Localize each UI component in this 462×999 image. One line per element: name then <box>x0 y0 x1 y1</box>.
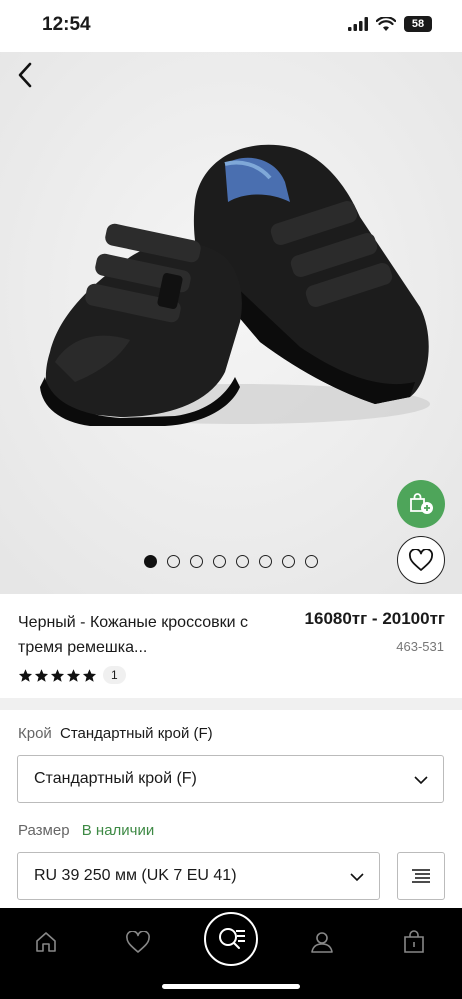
home-icon <box>36 932 56 952</box>
size-dropdown[interactable]: RU 39 250 мм (UK 7 EU 41) <box>17 852 380 900</box>
review-count: 1 <box>103 666 126 684</box>
star-icon <box>66 668 81 682</box>
rating-stars <box>18 668 97 683</box>
rating[interactable]: 1 <box>18 666 126 684</box>
star-icon <box>50 668 65 682</box>
fit-dropdown[interactable]: Стандартный крой (F) <box>17 755 444 803</box>
gallery-dot[interactable] <box>190 555 203 568</box>
gallery-dot[interactable] <box>236 555 249 568</box>
tab-home[interactable] <box>26 922 66 962</box>
heart-icon <box>126 930 150 953</box>
fit-value: Стандартный крой (F) <box>59 725 213 742</box>
fit-dropdown-value: Стандартный крой (F) <box>34 770 197 787</box>
add-to-bag-button[interactable] <box>397 480 445 528</box>
star-icon <box>34 668 49 682</box>
gallery-dot[interactable] <box>282 555 295 568</box>
heart-icon <box>409 548 433 571</box>
star-icon <box>18 668 33 682</box>
tab-bag[interactable] <box>394 922 434 962</box>
gallery-pagination <box>144 555 318 568</box>
gallery-dot[interactable] <box>213 555 226 568</box>
home-indicator <box>162 984 300 989</box>
chevron-down-icon <box>414 776 428 785</box>
battery-level: 58 <box>411 18 425 30</box>
tab-search[interactable] <box>204 912 258 966</box>
star-icon <box>82 668 97 682</box>
section-divider <box>0 698 462 710</box>
user-icon <box>311 932 333 953</box>
gallery-dot[interactable] <box>259 555 272 568</box>
stock-status: В наличии <box>81 822 155 839</box>
size-guide-button[interactable] <box>397 852 445 900</box>
list-icon <box>412 869 430 883</box>
bag-icon <box>404 930 424 953</box>
size-label: Размер <box>18 822 70 839</box>
size-label-row: Размер В наличии <box>18 822 154 839</box>
size-dropdown-value: RU 39 250 мм (UK 7 EU 41) <box>34 867 237 884</box>
search-list-icon <box>219 928 245 949</box>
fit-label-row: Крой Стандартный крой (F) <box>18 725 213 742</box>
status-bar: 12:54 58 <box>0 0 462 52</box>
gallery-dot[interactable] <box>144 555 157 568</box>
tab-account[interactable] <box>302 922 342 962</box>
bottom-tab-bar <box>0 908 462 999</box>
gallery-dot[interactable] <box>167 555 180 568</box>
battery-icon: 58 <box>404 16 432 32</box>
product-image-gallery[interactable] <box>0 52 462 594</box>
bag-plus-icon <box>410 493 433 514</box>
signal-icon <box>348 17 368 31</box>
gallery-dot[interactable] <box>305 555 318 568</box>
product-code: 463-531 <box>396 639 444 654</box>
product-price: 16080тг - 20100тг <box>304 609 445 628</box>
product-name: Черный - Кожаные кроссовки с тремя ремеш… <box>18 614 249 656</box>
chevron-down-icon <box>350 873 364 882</box>
fit-label: Крой <box>18 725 52 742</box>
status-icons: 58 <box>348 16 432 32</box>
chevron-left-icon <box>18 62 32 88</box>
tab-favorites[interactable] <box>118 922 158 962</box>
wifi-icon <box>376 16 396 31</box>
favorite-button[interactable] <box>397 536 445 584</box>
status-time: 12:54 <box>42 14 91 35</box>
product-image <box>0 52 462 594</box>
back-button[interactable] <box>10 60 40 90</box>
